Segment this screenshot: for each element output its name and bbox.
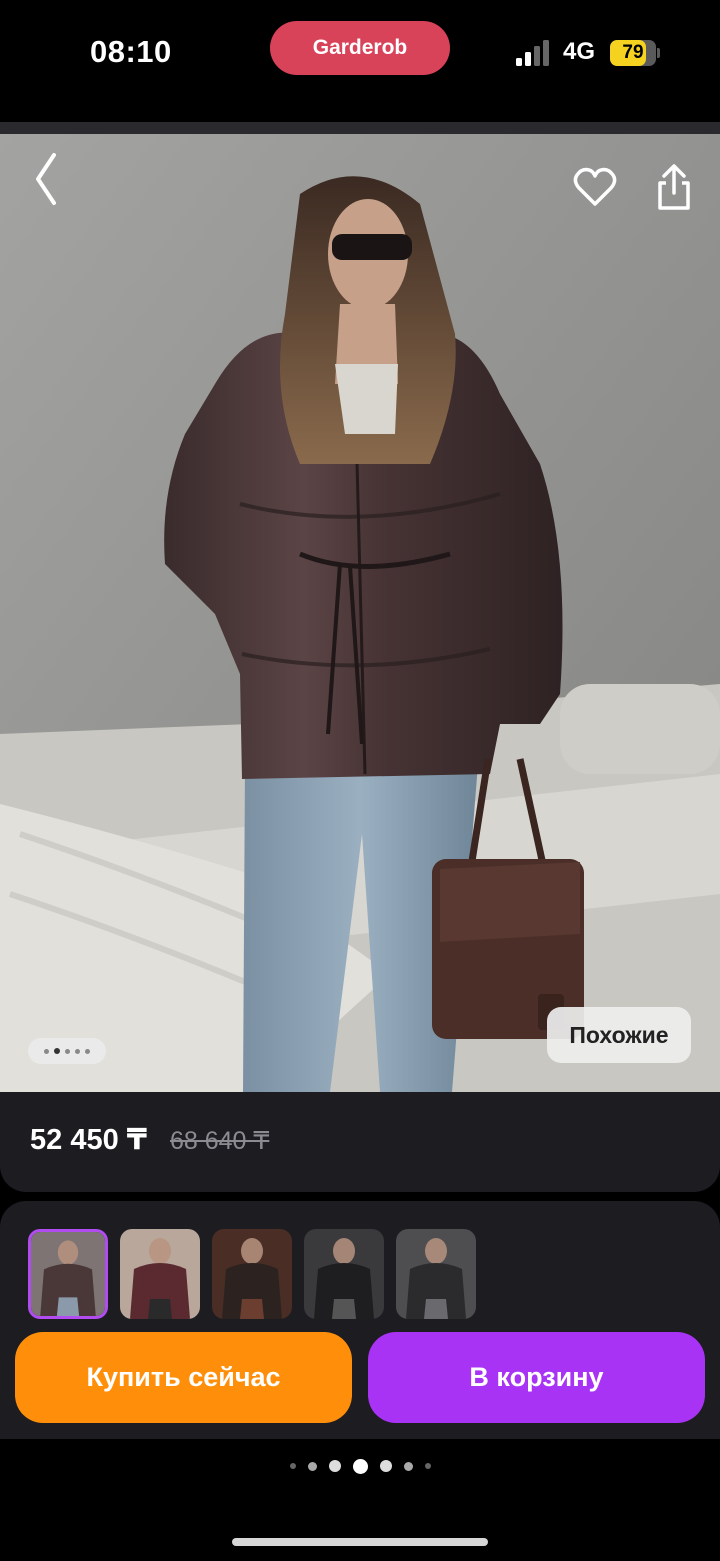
favorite-button[interactable] (570, 162, 620, 212)
old-price: 68 640 ₸ (170, 1127, 270, 1155)
page-dot (307, 1461, 317, 1471)
share-icon (658, 164, 690, 210)
product-thumbnail[interactable] (304, 1229, 384, 1319)
page-dot (352, 1458, 368, 1474)
product-thumbnail[interactable] (396, 1229, 476, 1319)
carousel-dot (85, 1048, 90, 1054)
carousel-dot (75, 1048, 80, 1054)
carousel-dot (65, 1048, 70, 1054)
similar-label: Похожие (569, 1021, 669, 1048)
price-card: 52 450 ₸ 68 640 ₸ (0, 1092, 720, 1192)
app-name-pill[interactable]: Garderob (270, 21, 450, 75)
product-thumbnail[interactable] (28, 1229, 108, 1319)
buy-now-button[interactable]: Купить сейчас (15, 1332, 352, 1423)
page-dot (379, 1460, 392, 1472)
chevron-left-icon (36, 153, 56, 205)
heart-icon (573, 167, 617, 206)
status-time: 08:10 (90, 34, 172, 69)
share-button[interactable] (650, 160, 698, 214)
home-indicator[interactable] (232, 1538, 488, 1546)
app-name-label: Garderob (312, 36, 408, 59)
page-dot (403, 1461, 413, 1471)
page-indicator (0, 1457, 720, 1475)
product-thumbnail[interactable] (212, 1229, 292, 1319)
network-type: 4G (563, 38, 596, 65)
product-image[interactable]: Похожие (0, 134, 720, 1092)
product-photo (0, 134, 720, 1092)
similar-button[interactable]: Похожие (547, 1007, 691, 1063)
carousel-dot (54, 1048, 60, 1054)
page-dot (328, 1460, 341, 1472)
add-to-cart-button[interactable]: В корзину (368, 1332, 705, 1423)
thumbnail-strip (28, 1229, 476, 1319)
buy-now-label: Купить сейчас (86, 1362, 281, 1392)
battery-level: 79 (622, 42, 644, 63)
image-carousel-indicator (28, 1038, 106, 1064)
page-dot (289, 1463, 296, 1469)
product-thumbnail[interactable] (120, 1229, 200, 1319)
carousel-dot (44, 1048, 49, 1054)
bottom-action-sheet: Купить сейчас В корзину (0, 1201, 720, 1439)
header-divider (0, 122, 720, 134)
page-dot (424, 1463, 431, 1469)
back-button[interactable] (22, 146, 70, 212)
current-price: 52 450 ₸ (30, 1124, 147, 1156)
battery-icon: 79 (610, 40, 660, 66)
signal-strength-icon (516, 40, 549, 66)
status-bar: 08:10 Garderob 4G 79 (0, 0, 720, 124)
add-to-cart-label: В корзину (469, 1362, 604, 1392)
